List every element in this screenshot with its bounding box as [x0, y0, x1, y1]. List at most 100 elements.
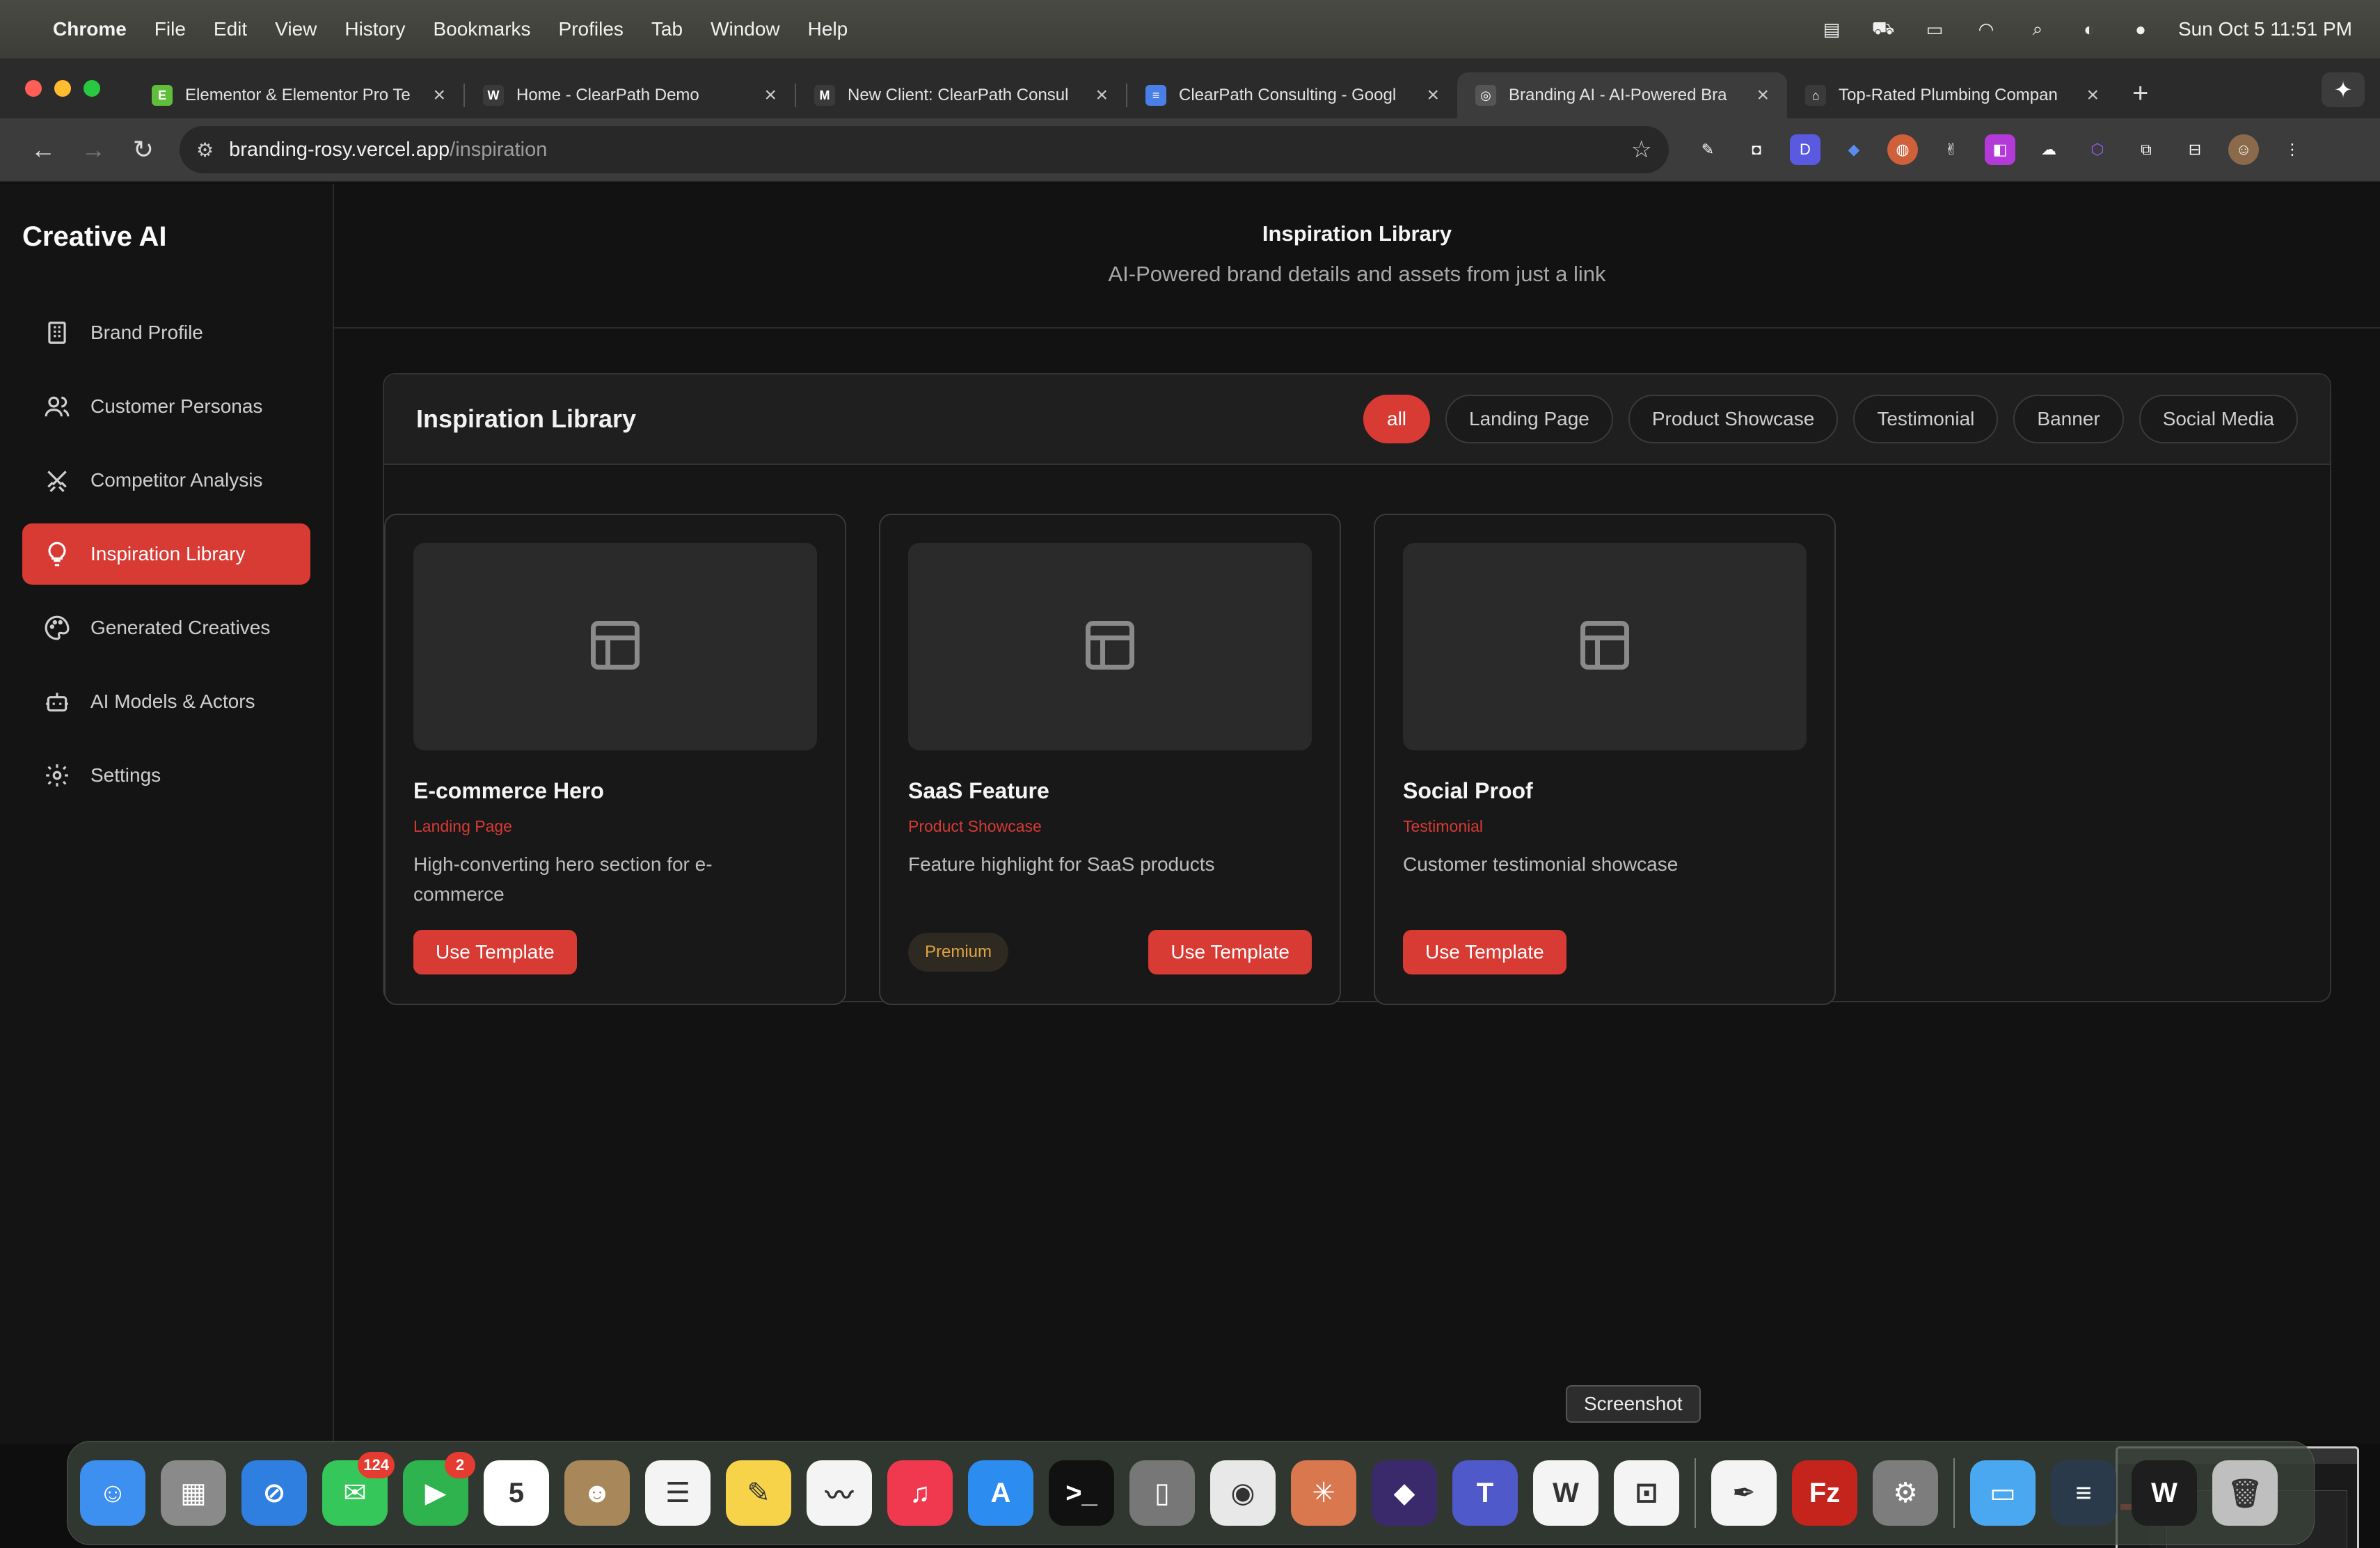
reload-icon[interactable]: ↻: [118, 135, 168, 164]
tag-extension-icon[interactable]: ◆: [1839, 134, 1869, 165]
teams-icon[interactable]: T: [1452, 1460, 1518, 1526]
tab-close-icon[interactable]: ×: [1427, 84, 1439, 107]
claude-icon[interactable]: ✳: [1291, 1460, 1356, 1526]
tab-close-icon[interactable]: ×: [433, 84, 445, 107]
contacts-icon[interactable]: ☻: [564, 1460, 630, 1526]
filter-chip-testimonial[interactable]: Testimonial: [1853, 395, 1999, 443]
hand-extension-icon[interactable]: ✌: [1936, 134, 1967, 165]
menu-profiles[interactable]: Profiles: [559, 18, 624, 40]
filter-chip-product-showcase[interactable]: Product Showcase: [1628, 395, 1839, 443]
color-extension-icon[interactable]: ◍: [1887, 134, 1918, 165]
bookmark-star-icon[interactable]: ☆: [1631, 136, 1652, 164]
tab-close-icon[interactable]: ×: [1756, 84, 1769, 107]
filter-chip-all[interactable]: all: [1363, 395, 1431, 443]
menu-bookmarks[interactable]: Bookmarks: [433, 18, 530, 40]
zoom-window-button[interactable]: [84, 80, 100, 97]
freeform-icon[interactable]: 〰: [807, 1460, 872, 1526]
use-template-button[interactable]: Use Template: [1148, 930, 1312, 974]
calendar-icon[interactable]: 5: [484, 1460, 549, 1526]
camera-extension-icon[interactable]: ◘: [1741, 134, 1772, 165]
wispr-icon[interactable]: W: [1533, 1460, 1598, 1526]
tab-favicon-icon: W: [483, 85, 504, 106]
printer-status-icon[interactable]: ▤: [1818, 19, 1846, 40]
browser-tab[interactable]: ≡ ClearPath Consulting - Googl ×: [1127, 72, 1457, 118]
filter-chip-landing-page[interactable]: Landing Page: [1445, 395, 1613, 443]
menu-chrome[interactable]: Chrome: [53, 18, 127, 40]
sidebar-item-brand-profile[interactable]: Brand Profile: [22, 302, 310, 363]
menubar-datetime[interactable]: Sun Oct 5 11:51 PM: [2178, 18, 2352, 40]
car-icon[interactable]: ⛟: [1869, 17, 1897, 39]
tab-close-icon[interactable]: ×: [2086, 84, 2099, 107]
sidebar-item-ai-models-actors[interactable]: AI Models & Actors: [22, 671, 310, 732]
chrome-menu-icon[interactable]: ⋮: [2277, 134, 2308, 165]
sidebar-item-settings[interactable]: Settings: [22, 745, 310, 806]
browser-tab[interactable]: M New Client: ClearPath Consul ×: [796, 72, 1126, 118]
reminders-icon[interactable]: ☰: [645, 1460, 711, 1526]
recent-doc-icon[interactable]: ≡: [2051, 1460, 2116, 1526]
facetime-icon[interactable]: ▶ 2: [403, 1452, 475, 1526]
minimize-window-button[interactable]: [54, 80, 71, 97]
menu-history[interactable]: History: [344, 18, 405, 40]
forward-arrow-icon[interactable]: →: [68, 135, 118, 164]
tab-title: Home - ClearPath Demo: [516, 86, 699, 104]
chrome-icon[interactable]: ◉: [1210, 1460, 1276, 1526]
menu-view[interactable]: View: [275, 18, 317, 40]
control-center-icon[interactable]: ◐: [2075, 19, 2103, 40]
filter-chip-social-media[interactable]: Social Media: [2139, 395, 2298, 443]
tab-close-icon[interactable]: ×: [764, 84, 777, 107]
battery-icon[interactable]: ▭: [1921, 19, 1949, 40]
launchpad-icon[interactable]: ▦: [161, 1460, 226, 1526]
siri-icon[interactable]: ●: [2127, 19, 2155, 40]
messages-icon[interactable]: ✉ 124: [322, 1452, 395, 1526]
address-bar[interactable]: ⚙ branding-rosy.vercel.app/inspiration ☆: [180, 126, 1669, 173]
screenshot-icon[interactable]: ⊡: [1614, 1460, 1679, 1526]
use-template-button[interactable]: Use Template: [413, 930, 577, 974]
menu-window[interactable]: Window: [711, 18, 780, 40]
close-window-button[interactable]: [25, 80, 42, 97]
recent-window-icon[interactable]: W: [2132, 1460, 2197, 1526]
eyedropper-extension-icon[interactable]: ✎: [1692, 134, 1723, 165]
hexagon-extension-icon[interactable]: ⬡: [2082, 134, 2113, 165]
sidebar-item-label: Brand Profile: [90, 322, 203, 343]
d-extension-icon[interactable]: D: [1790, 134, 1820, 165]
system-settings-icon[interactable]: ⚙: [1873, 1460, 1938, 1526]
textedit-icon[interactable]: ✒: [1711, 1460, 1777, 1526]
terminal-icon[interactable]: >_: [1049, 1460, 1114, 1526]
menu-help[interactable]: Help: [808, 18, 848, 40]
sidebar-item-competitor-analysis[interactable]: Competitor Analysis: [22, 450, 310, 511]
menu-edit[interactable]: Edit: [214, 18, 247, 40]
sidebar-item-generated-creatives[interactable]: Generated Creatives: [22, 597, 310, 658]
gemini-sparkle-icon[interactable]: ✦: [2322, 72, 2365, 107]
browser-tab[interactable]: W Home - ClearPath Demo ×: [465, 72, 795, 118]
filter-chip-banner[interactable]: Banner: [2013, 395, 2124, 443]
use-template-button[interactable]: Use Template: [1403, 930, 1566, 974]
tab-close-icon[interactable]: ×: [1095, 84, 1108, 107]
puzzle-extensions-icon[interactable]: ⧉: [2131, 134, 2161, 165]
new-tab-button[interactable]: +: [2132, 78, 2148, 109]
notes-icon[interactable]: ✎: [726, 1460, 791, 1526]
browser-tab[interactable]: E Elementor & Elementor Pro Te ×: [134, 72, 463, 118]
profile-avatar[interactable]: ☺: [2228, 134, 2259, 165]
app-store-icon[interactable]: A: [968, 1460, 1033, 1526]
menu-file[interactable]: File: [154, 18, 186, 40]
tab-search-icon[interactable]: ⊟: [2180, 134, 2210, 165]
browser-tab[interactable]: ◎ Branding AI - AI-Powered Bra ×: [1457, 72, 1787, 118]
site-settings-icon[interactable]: ⚙: [196, 139, 214, 161]
menu-tab[interactable]: Tab: [651, 18, 683, 40]
obsidian-icon[interactable]: ◆: [1372, 1460, 1437, 1526]
iphone-mirroring-icon[interactable]: ▯: [1129, 1460, 1195, 1526]
filezilla-icon[interactable]: Fz: [1792, 1460, 1857, 1526]
finder-icon[interactable]: ☺: [80, 1460, 145, 1526]
pink-extension-icon[interactable]: ◧: [1985, 134, 2015, 165]
back-arrow-icon[interactable]: ←: [18, 135, 68, 164]
wifi-icon[interactable]: ◠: [1972, 19, 2000, 40]
music-icon[interactable]: ♫: [887, 1460, 953, 1526]
spotlight-search-icon[interactable]: ⌕: [2024, 18, 2052, 39]
sidebar-item-inspiration-library[interactable]: Inspiration Library: [22, 523, 310, 585]
browser-tab[interactable]: ⌂ Top-Rated Plumbing Compan ×: [1787, 72, 2117, 118]
folder-icon[interactable]: ▭: [1970, 1460, 2036, 1526]
trash-icon[interactable]: 🗑: [2212, 1460, 2278, 1526]
sidebar-item-customer-personas[interactable]: Customer Personas: [22, 376, 310, 437]
cloud-extension-icon[interactable]: ☁: [2033, 134, 2064, 165]
safari-icon[interactable]: ⊘: [241, 1460, 307, 1526]
